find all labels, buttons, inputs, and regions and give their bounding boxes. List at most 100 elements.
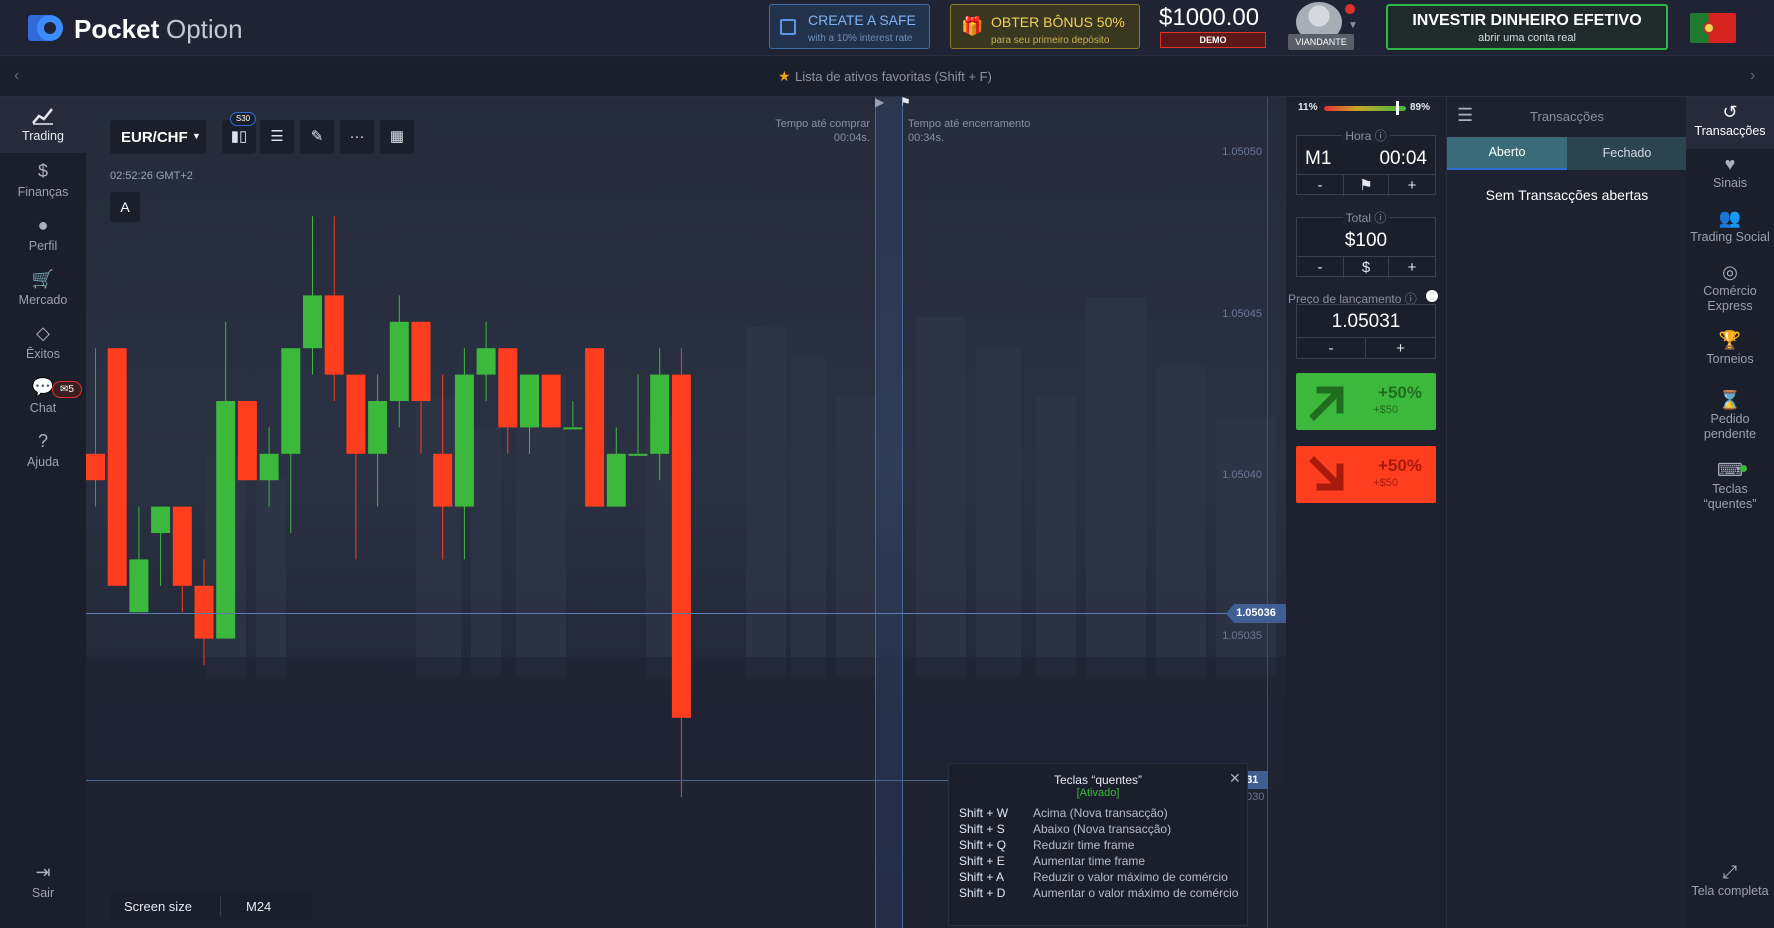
time-field[interactable]: Hora ⓘ M1 00:04 - ⚑ + — [1296, 129, 1436, 196]
close-icon[interactable]: ✕ — [1229, 770, 1241, 787]
notification-dot — [1345, 4, 1355, 14]
logout-icon: ⇥ — [35, 862, 51, 882]
sidebar-item-label: Pedido pendente — [1703, 412, 1757, 441]
time-flag-button[interactable]: ⚑ — [1343, 174, 1389, 196]
bonus-button[interactable]: 🎁 OBTER BÔNUS 50% para seu primeiro depó… — [950, 4, 1140, 49]
avatar[interactable]: ▼ VIANDANTE — [1288, 2, 1358, 50]
candle-down — [498, 348, 518, 428]
candle-down — [585, 348, 605, 507]
amount-field[interactable]: Total ⓘ $100 - $ + — [1296, 211, 1436, 278]
candle-down — [107, 348, 127, 586]
screen-size-control[interactable]: Screen size M24 — [110, 892, 312, 920]
candle-up — [151, 506, 171, 533]
sidebar-item-label: Sinais — [1712, 176, 1748, 190]
right-sidebar: ↺ Transacções ♥ Sinais 👥 Trading Social … — [1686, 97, 1774, 928]
language-flag[interactable] — [1690, 13, 1736, 43]
sidebar-item-torneios[interactable]: 🏆 Torneios — [1686, 330, 1774, 367]
sentiment-marker — [1396, 101, 1399, 115]
candle-up — [520, 374, 539, 428]
sidebar-item-label: Êxitos — [25, 347, 61, 361]
sidebar-item-perfil[interactable]: ● Perfil — [0, 215, 86, 253]
sidebar-item-trading-social[interactable]: 👥 Trading Social — [1686, 209, 1774, 245]
amount-minus-button[interactable]: - — [1297, 256, 1343, 278]
hourglass-icon: ⌛ — [1718, 390, 1742, 410]
sidebar-item-hotkeys[interactable]: ⌨ Teclas “quentes” — [1686, 461, 1774, 512]
sidebar-item-sinais[interactable]: ♥ Sinais — [1686, 154, 1774, 191]
candle-up — [650, 374, 670, 454]
logo[interactable]: Pocket Option — [26, 10, 256, 46]
avatar-label: VIANDANTE — [1288, 34, 1354, 50]
trophy-icon: 🏆 — [1718, 330, 1742, 350]
price-label: 030 — [1246, 791, 1265, 803]
chevron-left-icon[interactable]: ‹ — [14, 67, 19, 85]
sidebar-item-trading[interactable]: Trading — [0, 97, 86, 153]
up-payout: +50% — [1378, 383, 1422, 402]
create-safe-button[interactable]: CREATE A SAFE with a 10% interest rate — [769, 4, 930, 49]
launch-price-toggle[interactable] — [1426, 290, 1438, 302]
sidebar-item-ajuda[interactable]: ? Ajuda — [0, 431, 86, 469]
chart-line-icon — [32, 108, 53, 125]
hotkeys-status: [Ativado] — [1076, 787, 1120, 799]
sentiment-low: 11% — [1298, 102, 1318, 113]
candle-down — [237, 401, 257, 481]
favorites-bar: ‹ ★ Lista de ativos favoritas (Shift + F… — [0, 57, 1774, 97]
transactions-title: Transacções — [1530, 109, 1604, 124]
timeframe-value[interactable]: M1 — [1305, 148, 1331, 170]
candle-down — [324, 295, 344, 375]
candle-up — [281, 348, 301, 454]
chart-area[interactable]: EUR/CHF ▼ ▮▯ S30 ☰ ✎ ··· ▦ 02:52:26 GMT+… — [86, 97, 1286, 928]
sidebar-item-label: Chat — [29, 401, 57, 415]
hotkey-description: Acima (Nova transacção) — [1033, 806, 1168, 820]
amount-value[interactable]: $100 — [1297, 230, 1435, 252]
sidebar-item-chat[interactable]: 💬 ✉5 Chat — [0, 377, 86, 415]
hotkey-key: Shift + S — [959, 822, 1005, 836]
total-label: Total ⓘ — [1297, 209, 1435, 226]
invest-real-button[interactable]: INVESTIR DINHEIRO EFETIVO abrir uma cont… — [1386, 4, 1668, 50]
heartbeat-icon: ♥ — [1724, 154, 1736, 174]
sentiment-high: 89% — [1410, 102, 1431, 113]
balance-display[interactable]: $1000.00 DEMO — [1155, 2, 1270, 50]
sidebar-item-transacoes[interactable]: ↺ Transacções — [1686, 97, 1774, 149]
buy-down-button[interactable]: +50% +$50 — [1296, 446, 1436, 503]
active-dot — [1740, 465, 1747, 472]
left-sidebar: Trading $ Finanças ● Perfil 🛒 Mercado ◇ … — [0, 97, 86, 928]
launch-minus-button[interactable]: - — [1297, 337, 1366, 359]
cart-icon: 🛒 — [31, 269, 55, 289]
launch-price-field[interactable]: 1.05031 - + — [1296, 304, 1436, 359]
diamond-icon: ◇ — [36, 323, 50, 343]
sidebar-item-pedido-pendente[interactable]: ⌛ Pedido pendente — [1686, 390, 1774, 442]
chat-badge: ✉5 — [52, 381, 82, 398]
tab-open[interactable]: Aberto — [1447, 137, 1567, 170]
candle-up — [628, 453, 648, 456]
currency-button[interactable]: $ — [1343, 256, 1389, 278]
brand-name-bold: Pocket — [74, 14, 160, 44]
sidebar-item-label: Teclas “quentes” — [1703, 482, 1757, 511]
sidebar-item-label: Trading Social — [1690, 230, 1770, 244]
logout-label: Sair — [31, 886, 55, 900]
favorites-label[interactable]: Lista de ativos favoritas (Shift + F) — [795, 69, 992, 84]
transactions-panel: ☰ Transacções Aberto Fechado Sem Transac… — [1446, 97, 1687, 928]
sidebar-item-exitos[interactable]: ◇ Êxitos — [0, 323, 86, 361]
time-minus-button[interactable]: - — [1297, 174, 1343, 196]
amount-plus-button[interactable]: + — [1389, 256, 1435, 278]
time-plus-button[interactable]: + — [1389, 174, 1435, 196]
hotkeys-popup: Teclas “quentes” [Ativado] ✕ Shift + W A… — [948, 763, 1248, 926]
fullscreen-label: Tela completa — [1691, 884, 1769, 898]
sidebar-item-comercio-express[interactable]: ◎ Comércio Express — [1686, 263, 1774, 314]
sidebar-item-mercado[interactable]: 🛒 Mercado — [0, 269, 86, 307]
buy-up-button[interactable]: +50% +$50 — [1296, 373, 1436, 430]
chevron-right-icon[interactable]: › — [1750, 67, 1755, 85]
tab-closed[interactable]: Fechado — [1567, 137, 1687, 170]
candle-down — [86, 453, 105, 481]
candle-up — [606, 453, 626, 507]
fullscreen-button[interactable]: ⤢ Tela completa — [1686, 863, 1774, 899]
hotkey-key: Shift + E — [959, 854, 1005, 868]
invest-title: INVESTIR DINHEIRO EFETIVO — [1412, 12, 1642, 29]
candle-down — [671, 374, 691, 718]
balance-value: $1000.00 — [1159, 4, 1260, 31]
time-value[interactable]: 00:04 — [1379, 148, 1427, 170]
help-icon: ? — [37, 431, 48, 451]
sidebar-item-financas[interactable]: $ Finanças — [0, 161, 86, 199]
logout-button[interactable]: ⇥ Sair — [0, 862, 86, 900]
launch-plus-button[interactable]: + — [1366, 337, 1435, 359]
